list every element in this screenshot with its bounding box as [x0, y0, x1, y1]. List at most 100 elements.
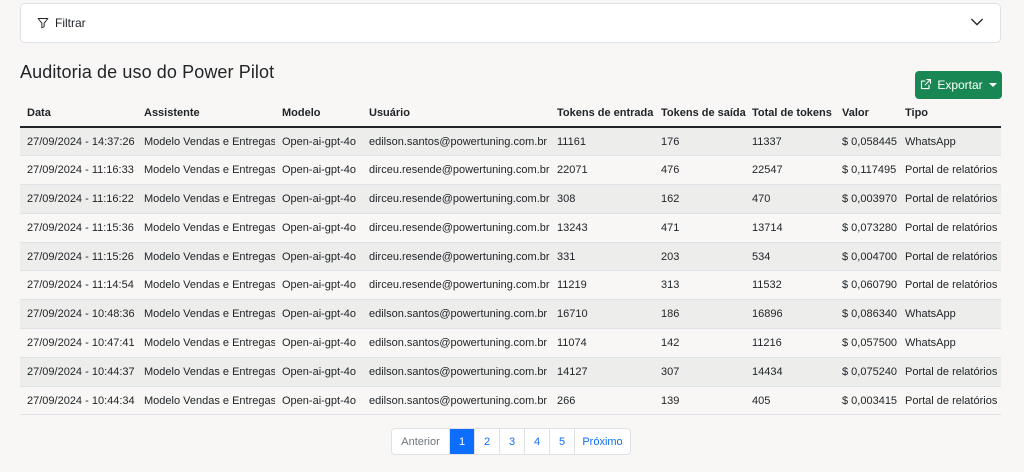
cell-col-valor: $ 0,003415 — [835, 386, 898, 416]
cell-col-total-tokens: 11337 — [745, 127, 835, 157]
pagination-previous[interactable]: Anterior — [392, 429, 449, 454]
cell-col-total-tokens: 534 — [745, 242, 835, 272]
filter-toggle[interactable]: Filtrar — [37, 16, 86, 30]
cell-col-tokens-entrada: 266 — [550, 386, 654, 416]
header-col-data: Data — [20, 99, 137, 128]
cell-col-total-tokens: 16896 — [745, 299, 835, 330]
cell-col-tokens-saida: 186 — [654, 299, 745, 330]
page-title: Auditoria de uso do Power Pilot — [20, 62, 275, 82]
pagination-page-2[interactable]: 2 — [474, 429, 499, 454]
filter-label: Filtrar — [55, 16, 86, 30]
cell-col-tokens-entrada: 308 — [550, 184, 654, 214]
header-col-modelo: Modelo — [275, 99, 362, 128]
cell-col-modelo: Open-ai-gpt-4o — [275, 127, 362, 157]
cell-col-modelo: Open-ai-gpt-4o — [275, 386, 362, 416]
filter-panel[interactable]: Filtrar — [20, 3, 1001, 43]
cell-col-tokens-entrada: 11219 — [550, 270, 654, 301]
filter-icon — [37, 17, 49, 29]
cell-col-modelo: Open-ai-gpt-4o — [275, 155, 362, 186]
cell-col-assistente: Modelo Vendas e Entregas — [137, 155, 275, 186]
cell-col-assistente: Modelo Vendas e Entregas — [137, 386, 275, 416]
pagination-page-4[interactable]: 4 — [524, 429, 549, 454]
table-body: 27/09/2024 - 14:37:26 Modelo Vendas e Ent… — [20, 127, 1001, 416]
header-col-tokens-saida: Tokens de saída — [654, 99, 746, 128]
table-row: 27/09/2024 - 11:15:36 Modelo Vendas e Ent… — [20, 213, 1001, 243]
cell-col-tokens-saida: 162 — [654, 184, 745, 214]
cell-col-valor: $ 0,003970 — [835, 184, 898, 214]
cell-col-modelo: Open-ai-gpt-4o — [275, 242, 362, 272]
cell-col-tokens-entrada: 22071 — [550, 155, 654, 186]
table-row: 27/09/2024 - 11:15:26 Modelo Vendas e Ent… — [20, 242, 1001, 272]
cell-col-usuario: dirceu.resende@powertuning.com.br — [362, 270, 550, 301]
cell-col-tokens-saida: 176 — [654, 127, 745, 157]
cell-col-tokens-entrada: 16710 — [550, 299, 654, 330]
cell-col-valor: $ 0,004700 — [835, 242, 898, 272]
table-row: 27/09/2024 - 11:14:54 Modelo Vendas e Ent… — [20, 270, 1001, 301]
export-label: Exportar — [937, 78, 983, 92]
cell-col-tokens-entrada: 331 — [550, 242, 654, 272]
export-button[interactable]: Exportar — [915, 71, 1002, 99]
cell-col-tokens-saida: 203 — [654, 242, 745, 272]
cell-col-total-tokens: 13714 — [745, 213, 835, 243]
cell-col-usuario: edilson.santos@powertuning.com.br — [362, 328, 550, 358]
table-row: 27/09/2024 - 10:48:36 Modelo Vendas e Ent… — [20, 299, 1001, 330]
cell-col-total-tokens: 11216 — [745, 328, 835, 358]
cell-col-assistente: Modelo Vendas e Entregas — [137, 299, 275, 330]
cell-col-total-tokens: 22547 — [745, 155, 835, 186]
cell-col-data: 27/09/2024 - 11:14:54 — [20, 270, 137, 301]
table-row: 27/09/2024 - 14:37:26 Modelo Vendas e Ent… — [20, 127, 1001, 157]
table-row: 27/09/2024 - 11:16:22 Modelo Vendas e Ent… — [20, 184, 1001, 214]
cell-col-tokens-entrada: 11161 — [550, 127, 654, 157]
pagination-page-3[interactable]: 3 — [499, 429, 524, 454]
cell-col-tipo: Portal de relatórios — [898, 386, 1001, 416]
header-col-tokens-entrada: Tokens de entrada — [550, 99, 654, 128]
cell-col-modelo: Open-ai-gpt-4o — [275, 213, 362, 243]
header-col-total-tokens: Total de tokens — [745, 99, 835, 128]
cell-col-total-tokens: 11532 — [745, 270, 835, 301]
cell-col-data: 27/09/2024 - 10:48:36 — [20, 299, 137, 330]
cell-col-assistente: Modelo Vendas e Entregas — [137, 242, 275, 272]
cell-col-data: 27/09/2024 - 11:15:36 — [20, 213, 137, 243]
cell-col-valor: $ 0,060790 — [835, 270, 898, 301]
pagination-page-5[interactable]: 5 — [549, 429, 574, 454]
cell-col-valor: $ 0,057500 — [835, 328, 898, 358]
cell-col-usuario: dirceu.resende@powertuning.com.br — [362, 242, 550, 272]
cell-col-tokens-saida: 471 — [654, 213, 745, 243]
header-col-valor: Valor — [835, 99, 898, 128]
cell-col-assistente: Modelo Vendas e Entregas — [137, 213, 275, 243]
cell-col-usuario: dirceu.resende@powertuning.com.br — [362, 213, 550, 243]
chevron-down-icon[interactable] — [970, 15, 984, 32]
cell-col-assistente: Modelo Vendas e Entregas — [137, 328, 275, 358]
pagination-page-1[interactable]: 1 — [449, 429, 474, 454]
cell-col-data: 27/09/2024 - 14:37:26 — [20, 127, 137, 157]
table-row: 27/09/2024 - 10:44:37 Modelo Vendas e Ent… — [20, 357, 1001, 387]
cell-col-modelo: Open-ai-gpt-4o — [275, 270, 362, 301]
cell-col-modelo: Open-ai-gpt-4o — [275, 299, 362, 330]
cell-col-tipo: Portal de relatórios — [898, 270, 1001, 301]
cell-col-modelo: Open-ai-gpt-4o — [275, 357, 362, 387]
cell-col-tipo: Portal de relatórios — [898, 184, 1001, 214]
cell-col-usuario: edilson.santos@powertuning.com.br — [362, 357, 550, 387]
cell-col-data: 27/09/2024 - 11:16:22 — [20, 184, 137, 214]
cell-col-assistente: Modelo Vendas e Entregas — [137, 270, 275, 301]
cell-col-usuario: dirceu.resende@powertuning.com.br — [362, 155, 550, 186]
cell-col-total-tokens: 405 — [745, 386, 835, 416]
cell-col-tipo: Portal de relatórios — [898, 242, 1001, 272]
cell-col-tokens-saida: 313 — [654, 270, 745, 301]
cell-col-valor: $ 0,073280 — [835, 213, 898, 243]
pagination-next[interactable]: Próximo — [574, 429, 630, 454]
cell-col-data: 27/09/2024 - 10:44:34 — [20, 386, 137, 416]
table-header-row: Data Assistente Modelo Usuário Tokens de ent… — [20, 99, 1001, 128]
cell-col-tipo: WhatsApp — [898, 127, 1001, 157]
cell-col-usuario: dirceu.resende@powertuning.com.br — [362, 184, 550, 214]
cell-col-data: 27/09/2024 - 11:15:26 — [20, 242, 137, 272]
header-col-tipo: Tipo — [898, 99, 1001, 128]
pagination: Anterior 1 2 3 4 5 Próximo — [391, 428, 631, 455]
cell-col-tokens-entrada: 14127 — [550, 357, 654, 387]
cell-col-tokens-saida: 142 — [654, 328, 745, 358]
cell-col-usuario: edilson.santos@powertuning.com.br — [362, 386, 550, 416]
cell-col-valor: $ 0,058445 — [835, 127, 898, 157]
header-col-assistente: Assistente — [137, 99, 275, 128]
table-row: 27/09/2024 - 10:47:41 Modelo Vendas e Ent… — [20, 328, 1001, 358]
table-row: 27/09/2024 - 10:44:34 Modelo Vendas e Ent… — [20, 386, 1001, 416]
